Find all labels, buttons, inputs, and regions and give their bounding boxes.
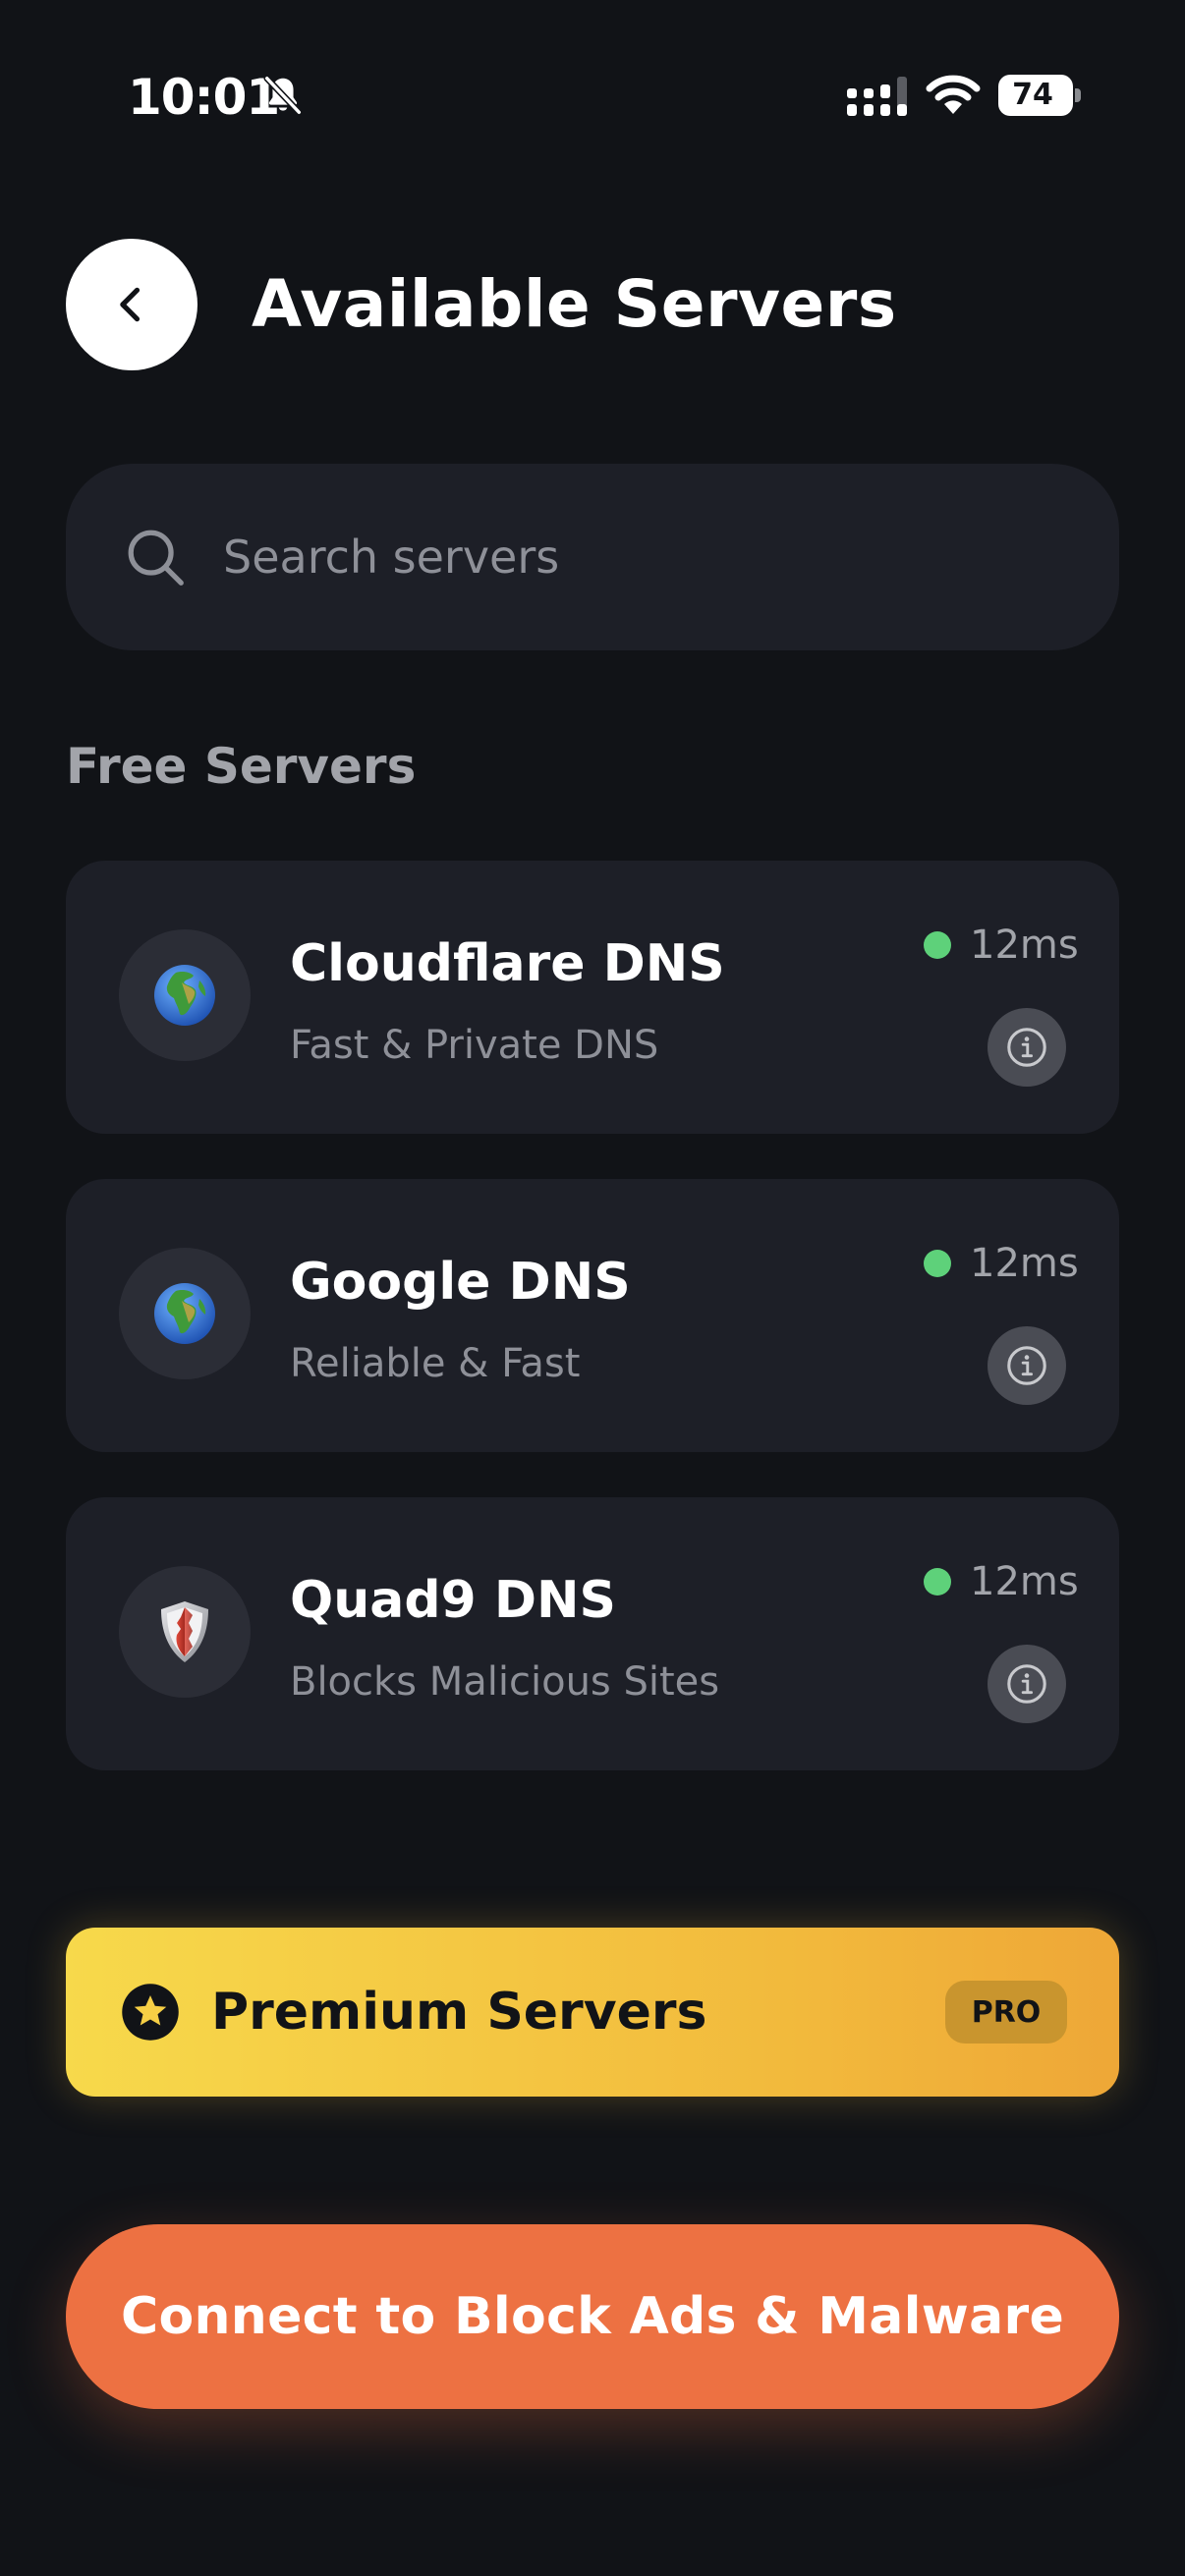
star-icon	[122, 1984, 179, 2041]
latency-label: 12ms	[970, 1559, 1079, 1604]
server-card-quad9[interactable]: Quad9 DNS Blocks Malicious Sites 12ms	[66, 1497, 1119, 1770]
globe-icon	[154, 1283, 215, 1344]
info-button[interactable]	[988, 1326, 1066, 1405]
status-bar: 10:01 74	[0, 0, 1185, 187]
battery-tip	[1075, 88, 1081, 102]
available-servers-screen: 10:01 74 Available Servers Search server…	[0, 0, 1185, 2576]
status-time: 10:01	[128, 69, 280, 126]
pro-badge: PRO	[945, 1981, 1067, 2044]
back-button[interactable]	[66, 239, 198, 370]
info-icon	[1007, 1664, 1046, 1704]
search-bar[interactable]	[66, 464, 1119, 650]
search-icon	[128, 530, 184, 586]
info-button[interactable]	[988, 1645, 1066, 1723]
globe-icon	[154, 965, 215, 1026]
status-dot	[924, 931, 951, 959]
wifi-icon	[926, 75, 981, 114]
server-description: Fast & Private DNS	[290, 1023, 659, 1068]
server-name: Quad9 DNS	[290, 1571, 616, 1630]
info-icon	[1007, 1346, 1046, 1385]
server-name: Google DNS	[290, 1253, 631, 1312]
free-servers-heading: Free Servers	[66, 738, 417, 795]
info-button[interactable]	[988, 1008, 1066, 1087]
server-name: Cloudflare DNS	[290, 934, 725, 993]
server-description: Reliable & Fast	[290, 1341, 581, 1386]
status-dot	[924, 1250, 951, 1277]
search-input[interactable]	[223, 518, 1068, 596]
server-card-cloudflare[interactable]: Cloudflare DNS Fast & Private DNS 12ms	[66, 861, 1119, 1134]
info-icon	[1007, 1028, 1046, 1067]
server-description: Blocks Malicious Sites	[290, 1659, 720, 1705]
latency-label: 12ms	[970, 1241, 1079, 1286]
premium-label: Premium Servers	[211, 1983, 707, 2042]
cellular-signal-icon	[847, 77, 907, 116]
status-dot	[924, 1568, 951, 1596]
server-avatar	[119, 1566, 251, 1698]
battery-level: 74	[1012, 78, 1053, 112]
server-avatar	[119, 929, 251, 1061]
shield-icon	[161, 1601, 208, 1662]
latency-label: 12ms	[970, 923, 1079, 968]
server-card-google[interactable]: Google DNS Reliable & Fast 12ms	[66, 1179, 1119, 1452]
premium-servers-button[interactable]: Premium Servers PRO	[66, 1928, 1119, 2097]
battery-indicator: 74	[998, 75, 1081, 116]
chevron-left-icon	[120, 287, 141, 322]
connect-button[interactable]: Connect to Block Ads & Malware	[66, 2224, 1119, 2409]
server-avatar	[119, 1248, 251, 1379]
page-title: Available Servers	[252, 266, 897, 342]
bell-slash-icon	[263, 75, 303, 116]
